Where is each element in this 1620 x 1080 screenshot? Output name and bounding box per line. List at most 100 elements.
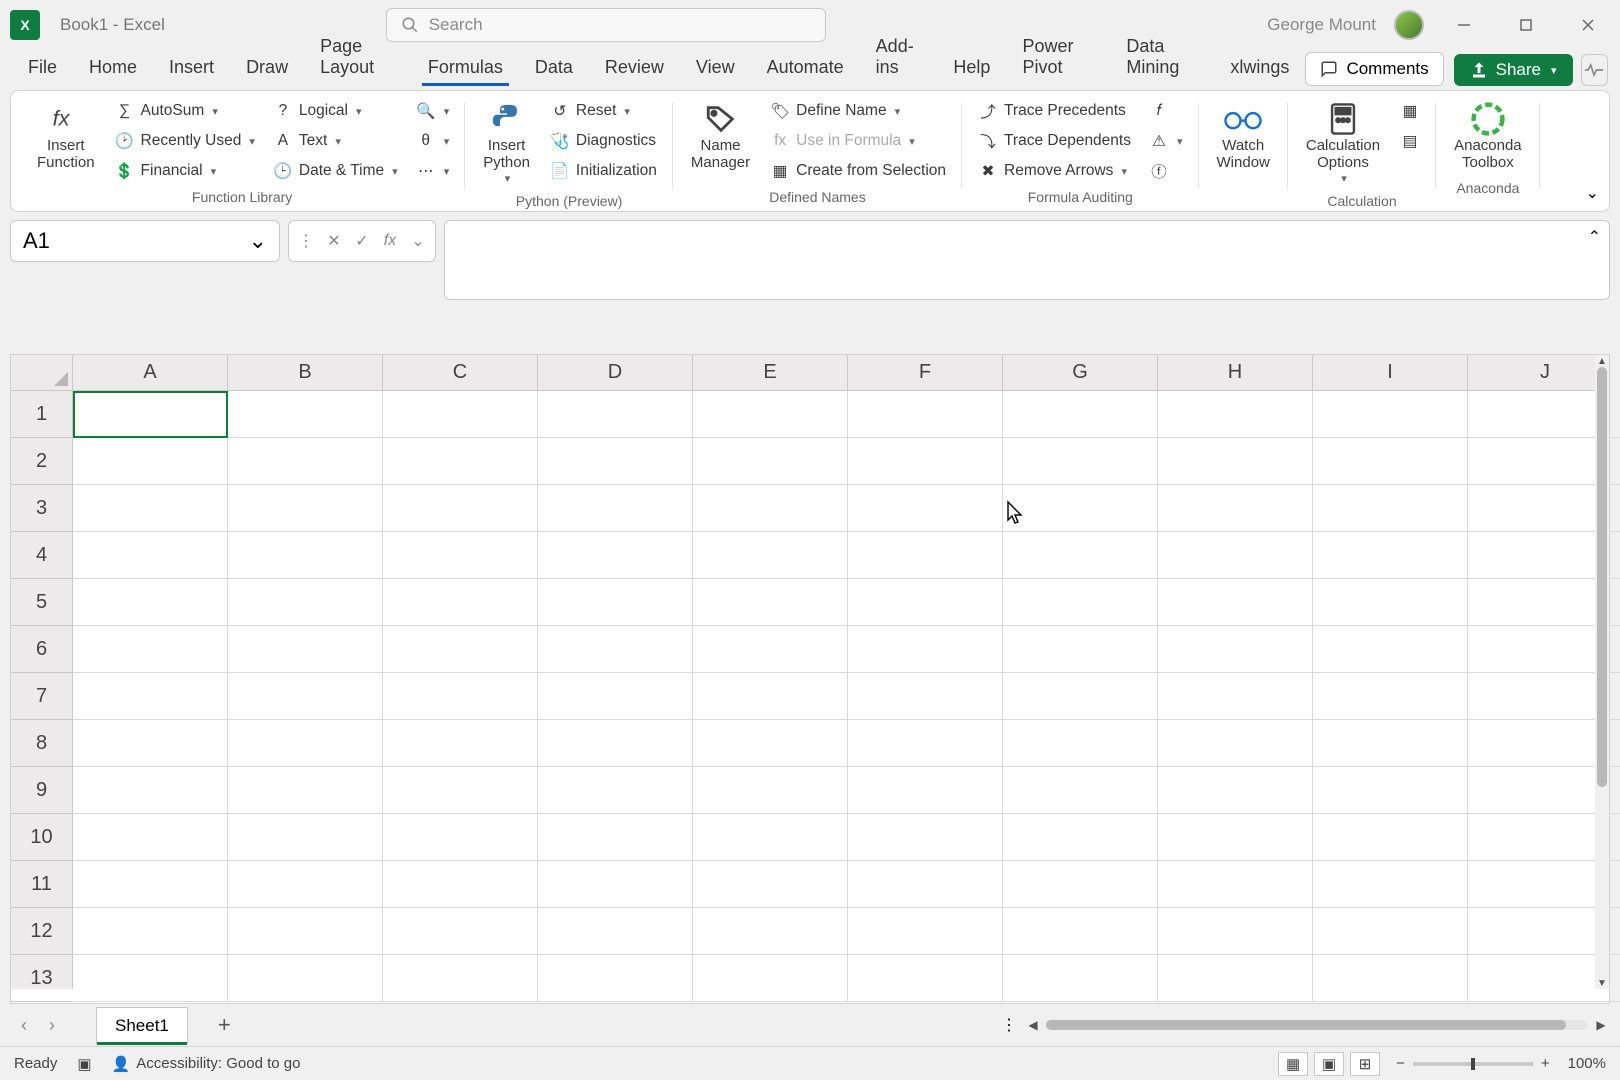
cell[interactable] xyxy=(693,861,848,908)
cell[interactable] xyxy=(538,955,693,1002)
cell[interactable] xyxy=(73,861,228,908)
cell[interactable] xyxy=(73,391,228,438)
tab-formulas[interactable]: Formulas xyxy=(412,51,519,86)
scroll-right-icon[interactable]: ▶ xyxy=(1592,1018,1610,1032)
cell[interactable] xyxy=(383,626,538,673)
trace-dependents-button[interactable]: ⤵Trace Dependents xyxy=(972,127,1137,155)
row-header[interactable]: 6 xyxy=(11,626,72,673)
define-name-button[interactable]: 🏷Define Name▾ xyxy=(764,97,952,125)
column-header[interactable]: C xyxy=(383,355,538,390)
maximize-button[interactable] xyxy=(1504,8,1548,42)
fx-icon[interactable]: fx xyxy=(379,232,401,250)
cell[interactable] xyxy=(228,579,383,626)
row-header[interactable]: 1 xyxy=(11,391,72,438)
cell[interactable] xyxy=(73,814,228,861)
insert-python-button[interactable]: Insert Python ▾ xyxy=(475,97,538,189)
cell[interactable] xyxy=(228,532,383,579)
cell[interactable] xyxy=(73,908,228,955)
text-button[interactable]: AText▾ xyxy=(267,127,404,155)
cell[interactable] xyxy=(848,626,1003,673)
cell[interactable] xyxy=(1313,626,1468,673)
cells[interactable] xyxy=(73,391,1595,989)
share-button[interactable]: Share ▾ xyxy=(1454,54,1573,86)
cell[interactable] xyxy=(1003,485,1158,532)
row-header[interactable]: 5 xyxy=(11,579,72,626)
enter-icon[interactable]: ✓ xyxy=(351,231,373,251)
row-header[interactable]: 12 xyxy=(11,908,72,955)
cell[interactable] xyxy=(73,626,228,673)
column-header[interactable]: F xyxy=(848,355,1003,390)
cell[interactable] xyxy=(1158,438,1313,485)
cell[interactable] xyxy=(848,955,1003,1002)
tab-power-pivot[interactable]: Power Pivot xyxy=(1006,30,1110,86)
more-functions-button[interactable]: ⋯▾ xyxy=(410,157,456,185)
cell[interactable] xyxy=(848,908,1003,955)
cell[interactable] xyxy=(1313,579,1468,626)
recently-used-button[interactable]: 🕑Recently Used▾ xyxy=(109,127,261,155)
row-header[interactable]: 4 xyxy=(11,532,72,579)
cell[interactable] xyxy=(228,626,383,673)
cell[interactable] xyxy=(228,485,383,532)
scroll-thumb[interactable] xyxy=(1597,367,1607,787)
cell[interactable] xyxy=(538,908,693,955)
column-header[interactable]: I xyxy=(1313,355,1468,390)
tab-help[interactable]: Help xyxy=(937,51,1006,86)
cell[interactable] xyxy=(693,438,848,485)
cell[interactable] xyxy=(693,908,848,955)
chevron-down-icon[interactable]: ⌄ xyxy=(407,231,429,251)
cell[interactable] xyxy=(1313,955,1468,1002)
autosum-button[interactable]: ∑AutoSum▾ xyxy=(109,97,261,125)
select-all-corner[interactable] xyxy=(11,355,73,391)
tab-addins[interactable]: Add-ins xyxy=(860,30,938,86)
column-header[interactable]: E xyxy=(693,355,848,390)
cell[interactable] xyxy=(73,485,228,532)
sheet-next-button[interactable]: › xyxy=(38,1015,66,1036)
sheet-menu-icon[interactable]: ⋮ xyxy=(1000,1015,1018,1035)
column-header[interactable]: H xyxy=(1158,355,1313,390)
cell[interactable] xyxy=(383,861,538,908)
logical-button[interactable]: ?Logical▾ xyxy=(267,97,404,125)
avatar[interactable] xyxy=(1394,10,1424,40)
row-header[interactable]: 7 xyxy=(11,673,72,720)
cell[interactable] xyxy=(1003,908,1158,955)
cell[interactable] xyxy=(538,579,693,626)
cell[interactable] xyxy=(1158,532,1313,579)
name-box[interactable]: A1 ⌄ xyxy=(10,220,280,262)
cell[interactable] xyxy=(383,579,538,626)
cell[interactable] xyxy=(1003,767,1158,814)
cell[interactable] xyxy=(383,814,538,861)
cell[interactable] xyxy=(848,579,1003,626)
cell[interactable] xyxy=(1158,814,1313,861)
close-button[interactable] xyxy=(1566,8,1610,42)
cell[interactable] xyxy=(1313,908,1468,955)
cell[interactable] xyxy=(228,391,383,438)
cell[interactable] xyxy=(538,626,693,673)
watch-window-button[interactable]: Watch Window xyxy=(1209,97,1278,176)
cell[interactable] xyxy=(1158,908,1313,955)
row-header[interactable]: 11 xyxy=(11,861,72,908)
trace-precedents-button[interactable]: ⤴Trace Precedents xyxy=(972,97,1137,125)
cell[interactable] xyxy=(228,438,383,485)
cell[interactable] xyxy=(228,673,383,720)
tab-file[interactable]: File xyxy=(12,51,73,86)
cell[interactable] xyxy=(1158,861,1313,908)
calc-sheet-button[interactable]: ▤ xyxy=(1394,127,1426,155)
cell[interactable] xyxy=(73,955,228,1002)
cell[interactable] xyxy=(693,579,848,626)
cell[interactable] xyxy=(73,438,228,485)
tab-review[interactable]: Review xyxy=(589,51,680,86)
cell[interactable] xyxy=(1158,673,1313,720)
tab-xlwings[interactable]: xlwings xyxy=(1214,51,1305,86)
cell[interactable] xyxy=(693,626,848,673)
macro-record-icon[interactable]: ▣ xyxy=(77,1055,91,1073)
cell[interactable] xyxy=(1158,485,1313,532)
evaluate-formula-button[interactable]: ⓕ xyxy=(1143,157,1189,185)
cell[interactable] xyxy=(383,767,538,814)
tab-insert[interactable]: Insert xyxy=(153,51,230,86)
comments-button[interactable]: Comments xyxy=(1305,52,1443,86)
cell[interactable] xyxy=(383,908,538,955)
cell[interactable] xyxy=(1003,532,1158,579)
cell[interactable] xyxy=(1003,955,1158,1002)
cell[interactable] xyxy=(73,720,228,767)
cell[interactable] xyxy=(693,767,848,814)
